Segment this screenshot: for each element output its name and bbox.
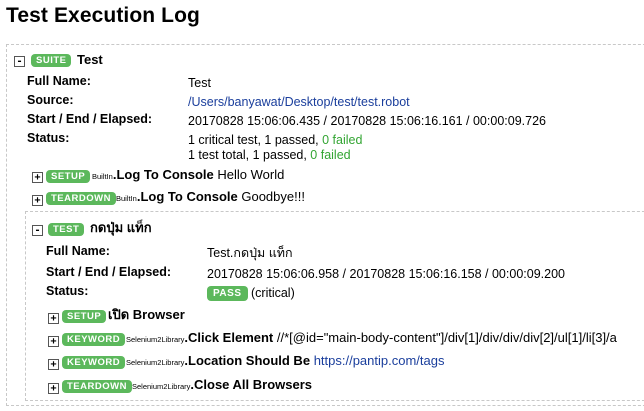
- suite-setup-expand-toggle[interactable]: +: [32, 172, 43, 183]
- test-status-text: (critical): [251, 286, 295, 300]
- test-keyword-click-library: Selenium2Library: [126, 335, 185, 344]
- suite-timing-label: Start / End / Elapsed:: [27, 112, 153, 126]
- test-keyword-location-expand-toggle[interactable]: +: [48, 359, 59, 370]
- suite-teardown-expand-toggle[interactable]: +: [32, 195, 43, 206]
- test-status-badge: PASS: [207, 286, 248, 301]
- suite-teardown-keyword[interactable]: BuiltIn.Log To Console Goodbye!!!: [116, 189, 305, 207]
- test-teardown-library: Selenium2Library: [132, 382, 191, 391]
- test-keyword-click-expand-toggle[interactable]: +: [48, 336, 59, 347]
- suite-status-line-2: 1 test total, 1 passed, 0 failed: [188, 147, 351, 163]
- suite-status-line-1: 1 critical test, 1 passed, 0 failed: [188, 132, 362, 148]
- test-setup-keyword[interactable]: เปิด Browser: [108, 307, 185, 323]
- suite-setup-name: Log To Console: [116, 167, 214, 182]
- test-name[interactable]: กดปุ่ม แท็ก: [90, 220, 152, 236]
- suite-full-name-label: Full Name:: [27, 74, 91, 88]
- test-container: [25, 211, 644, 401]
- page-title: Test Execution Log: [6, 4, 200, 27]
- suite-type-label: SUITE: [31, 54, 72, 67]
- test-timing-value: 20170828 15:06:06.958 / 20170828 15:06:1…: [207, 267, 565, 281]
- test-full-name-value: Test.กดปุ่ม แท็ก: [207, 246, 293, 260]
- suite-status-label: Status:: [27, 131, 70, 145]
- test-timing-label: Start / End / Elapsed:: [46, 265, 172, 279]
- test-setup-expand-toggle[interactable]: +: [48, 313, 59, 324]
- suite-name[interactable]: Test: [77, 52, 103, 68]
- test-keyword-location-name: Location Should Be: [188, 353, 311, 368]
- suite-full-name-value: Test: [188, 76, 211, 90]
- test-keyword-click-type-label: KEYWORD: [62, 333, 126, 346]
- test-teardown-type-label: TEARDOWN: [62, 380, 132, 393]
- suite-status-total-failed: 0 failed: [310, 148, 351, 162]
- suite-setup-type-label: SETUP: [46, 170, 91, 183]
- suite-source-link[interactable]: /Users/banyawat/Desktop/test/test.robot: [188, 94, 410, 110]
- suite-teardown-type-label: TEARDOWN: [46, 192, 116, 205]
- test-keyword-location-should-be[interactable]: Selenium2Library.Location Should Be http…: [126, 353, 444, 371]
- suite-collapse-toggle[interactable]: -: [14, 56, 25, 67]
- suite-status-critical-failed: 0 failed: [322, 133, 363, 147]
- suite-setup-keyword[interactable]: BuiltIn.Log To Console Hello World: [92, 167, 284, 185]
- suite-timing-value: 20170828 15:06:06.435 / 20170828 15:06:1…: [188, 114, 546, 128]
- suite-teardown-args: Goodbye!!!: [241, 189, 305, 204]
- test-setup-type-label: SETUP: [62, 310, 107, 323]
- suite-source-label: Source:: [27, 93, 74, 107]
- test-collapse-toggle[interactable]: -: [32, 225, 43, 236]
- test-keyword-click-element[interactable]: Selenium2Library.Click Element //*[@id="…: [126, 330, 617, 348]
- test-status-label: Status:: [46, 284, 89, 298]
- suite-teardown-library: BuiltIn: [116, 194, 137, 203]
- test-keyword-click-args: //*[@id="main-body-content"]/div[1]/div/…: [276, 330, 617, 345]
- test-keyword-location-library: Selenium2Library: [126, 358, 185, 367]
- suite-status-critical-text: 1 critical test, 1 passed,: [188, 133, 323, 147]
- test-keyword-location-url-link[interactable]: https://pantip.com/tags: [314, 353, 445, 368]
- suite-setup-library: BuiltIn: [92, 172, 113, 181]
- test-keyword-location-type-label: KEYWORD: [62, 356, 126, 369]
- suite-teardown-name: Log To Console: [140, 189, 238, 204]
- test-type-label: TEST: [48, 223, 85, 236]
- test-teardown-expand-toggle[interactable]: +: [48, 383, 59, 394]
- test-full-name-label: Full Name:: [46, 244, 110, 258]
- suite-setup-args: Hello World: [217, 167, 285, 182]
- test-teardown-keyword[interactable]: Selenium2Library.Close All Browsers: [132, 377, 312, 395]
- suite-status-total-text: 1 test total, 1 passed,: [188, 148, 311, 162]
- test-keyword-click-name: Click Element: [188, 330, 274, 345]
- test-teardown-name: Close All Browsers: [194, 377, 313, 392]
